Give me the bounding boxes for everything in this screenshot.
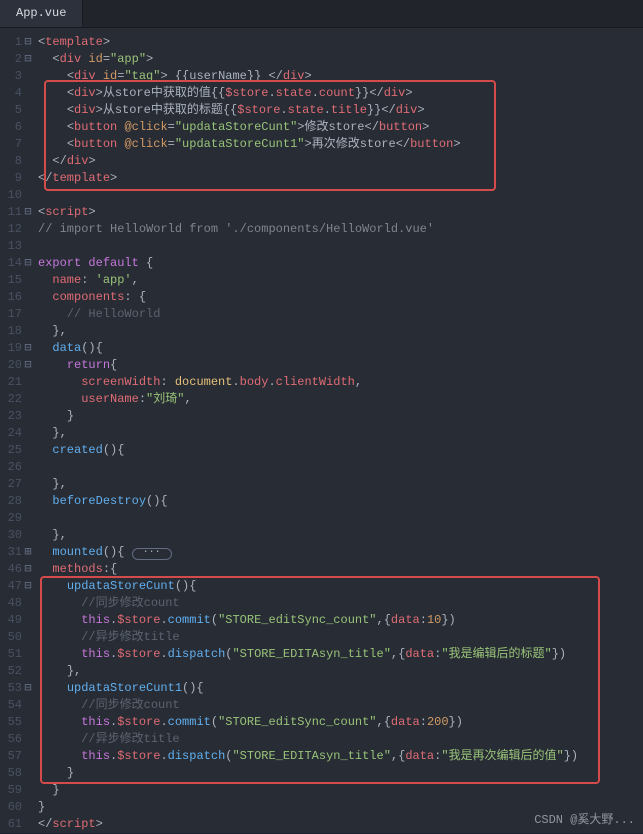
fold-icon[interactable] bbox=[22, 85, 34, 102]
fold-icon[interactable]: ⊟ bbox=[22, 578, 34, 595]
file-tab[interactable]: App.vue bbox=[0, 0, 83, 27]
fold-icon[interactable]: ⊟ bbox=[22, 34, 34, 51]
fold-icon[interactable] bbox=[22, 714, 34, 731]
fold-icon[interactable] bbox=[22, 510, 34, 527]
fold-icon[interactable] bbox=[22, 374, 34, 391]
gutter: 1234567891011121314151617181920212223242… bbox=[0, 28, 22, 833]
fold-icon[interactable] bbox=[22, 748, 34, 765]
fold-icon[interactable] bbox=[22, 816, 34, 833]
fold-icon[interactable] bbox=[22, 629, 34, 646]
fold-icon[interactable] bbox=[22, 442, 34, 459]
watermark: CSDN @奚大野... bbox=[534, 810, 635, 827]
fold-icon[interactable] bbox=[22, 408, 34, 425]
fold-icon[interactable] bbox=[22, 425, 34, 442]
fold-icon[interactable] bbox=[22, 612, 34, 629]
fold-icon[interactable] bbox=[22, 799, 34, 816]
fold-icon[interactable]: ⊟ bbox=[22, 357, 34, 374]
fold-icon[interactable]: ⊞ bbox=[22, 544, 34, 561]
fold-icon[interactable] bbox=[22, 493, 34, 510]
fold-icon[interactable] bbox=[22, 527, 34, 544]
fold-icon[interactable] bbox=[22, 187, 34, 204]
fold-icon[interactable]: ⊟ bbox=[22, 561, 34, 578]
fold-icon[interactable] bbox=[22, 289, 34, 306]
fold-icon[interactable] bbox=[22, 391, 34, 408]
fold-icon[interactable] bbox=[22, 476, 34, 493]
fold-icon[interactable] bbox=[22, 459, 34, 476]
fold-icon[interactable]: ⊟ bbox=[22, 204, 34, 221]
fold-icon[interactable]: ⊟ bbox=[22, 340, 34, 357]
fold-icon[interactable] bbox=[22, 68, 34, 85]
fold-icon[interactable] bbox=[22, 731, 34, 748]
fold-icon[interactable] bbox=[22, 102, 34, 119]
fold-icon[interactable] bbox=[22, 646, 34, 663]
fold-icon[interactable] bbox=[22, 765, 34, 782]
fold-icon[interactable] bbox=[22, 663, 34, 680]
line-numbers: 1234567891011121314151617181920212223242… bbox=[0, 28, 22, 833]
fold-icon[interactable] bbox=[22, 272, 34, 289]
fold-column: ⊟⊟⊟⊟⊟⊟⊞⊟⊟⊟ bbox=[22, 28, 34, 833]
fold-icon[interactable] bbox=[22, 323, 34, 340]
fold-icon[interactable] bbox=[22, 153, 34, 170]
fold-icon[interactable] bbox=[22, 170, 34, 187]
fold-icon[interactable] bbox=[22, 238, 34, 255]
tab-bar: App.vue bbox=[0, 0, 643, 28]
code-content[interactable]: <template> <div id="app"> <div id="tag">… bbox=[34, 28, 578, 833]
fold-icon[interactable]: ⊟ bbox=[22, 255, 34, 272]
fold-icon[interactable] bbox=[22, 306, 34, 323]
fold-icon[interactable]: ⊟ bbox=[22, 51, 34, 68]
fold-pill[interactable]: ··· bbox=[132, 548, 172, 560]
fold-icon[interactable] bbox=[22, 136, 34, 153]
fold-icon[interactable]: ⊟ bbox=[22, 680, 34, 697]
fold-icon[interactable] bbox=[22, 119, 34, 136]
code-editor[interactable]: 1234567891011121314151617181920212223242… bbox=[0, 28, 643, 833]
fold-icon[interactable] bbox=[22, 595, 34, 612]
fold-icon[interactable] bbox=[22, 221, 34, 238]
fold-icon[interactable] bbox=[22, 782, 34, 799]
fold-icon[interactable] bbox=[22, 697, 34, 714]
